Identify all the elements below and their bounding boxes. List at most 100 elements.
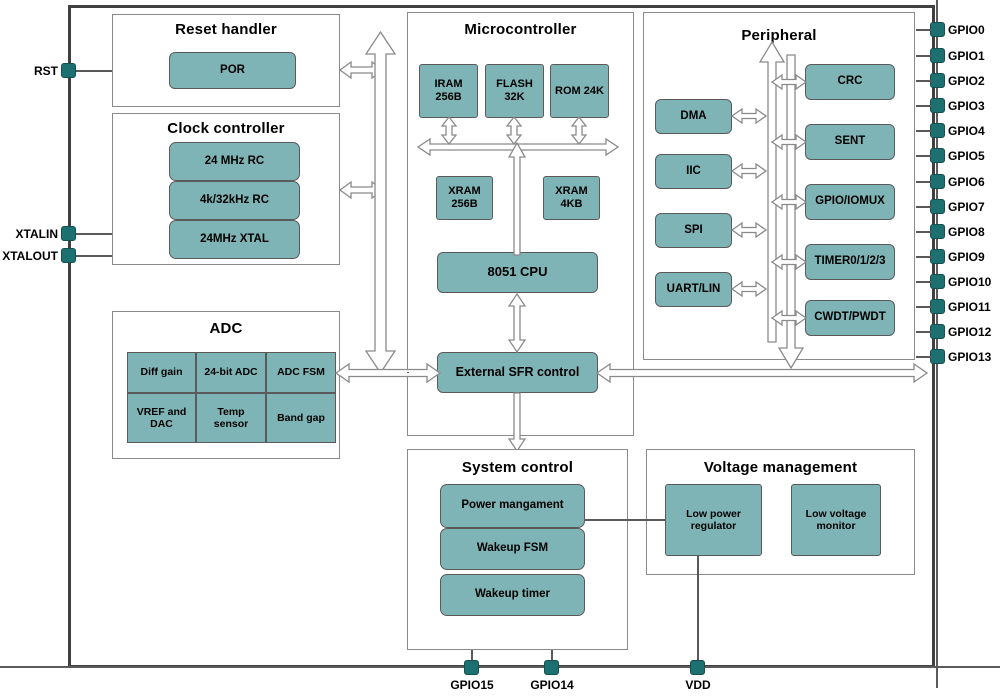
arrow-trunk-to-crc xyxy=(770,73,808,91)
pin-label-xtalout: XTALOUT xyxy=(2,249,58,263)
block-vref-and-dac[interactable]: VREF and DAC xyxy=(127,393,196,443)
block-low-power-regulator[interactable]: Low power regulator xyxy=(665,484,762,556)
wire-gpio3 xyxy=(916,105,932,107)
block-24bit-adc[interactable]: 24-bit ADC xyxy=(196,352,266,393)
block-rom[interactable]: ROM 24K xyxy=(550,64,609,118)
block-crc[interactable]: CRC xyxy=(805,64,895,100)
wire-gpio4 xyxy=(916,130,932,132)
arrow-bus-to-cpu xyxy=(507,141,527,256)
block-dma[interactable]: DMA xyxy=(655,99,732,134)
arrow-iram-to-bus xyxy=(440,115,458,146)
arrow-trunk-to-timer xyxy=(770,253,808,271)
group-title-adc: ADC xyxy=(209,320,243,337)
block-timer[interactable]: TIMER0/1/2/3 xyxy=(805,244,895,280)
group-title-voltage-management: Voltage management xyxy=(703,459,858,476)
wire-gpio13 xyxy=(916,356,932,358)
block-flash[interactable]: FLASH 32K xyxy=(485,64,544,118)
pin-gpio15[interactable] xyxy=(464,660,479,675)
block-uart-lin[interactable]: UART/LIN xyxy=(655,272,732,307)
block-diff-gain[interactable]: Diff gain xyxy=(127,352,196,393)
pin-gpio0[interactable] xyxy=(930,22,945,37)
arrow-uart-to-trunk xyxy=(730,280,768,298)
pin-gpio9[interactable] xyxy=(930,249,945,264)
pin-label-gpio7: GPIO7 xyxy=(948,200,985,214)
block-temp-sensor[interactable]: Temp sensor xyxy=(196,393,266,443)
block-power-mangament[interactable]: Power mangament xyxy=(440,484,585,528)
pin-vdd[interactable] xyxy=(690,660,705,675)
arrow-iic-to-trunk xyxy=(730,162,768,180)
pin-gpio3[interactable] xyxy=(930,98,945,113)
block-adc-fsm[interactable]: ADC FSM xyxy=(266,352,336,393)
block-cwdt-pwdt[interactable]: CWDT/PWDT xyxy=(805,300,895,336)
block-external-sfr-control[interactable]: External SFR control xyxy=(437,352,598,393)
arrow-trunk-to-gpio-iomux xyxy=(770,193,808,211)
arrow-dma-to-trunk xyxy=(730,107,768,125)
pin-xtalout[interactable] xyxy=(61,248,76,263)
pin-gpio5[interactable] xyxy=(930,148,945,163)
block-24mhz-rc[interactable]: 24 MHz RC xyxy=(169,142,300,181)
pin-gpio7[interactable] xyxy=(930,199,945,214)
group-title-system-control: System control xyxy=(461,459,574,476)
block-gpio-iomux[interactable]: GPIO/IOMUX xyxy=(805,184,895,220)
pin-label-gpio5: GPIO5 xyxy=(948,149,985,163)
pin-rst[interactable] xyxy=(61,63,76,78)
wire-sfr-left-stub xyxy=(407,372,409,373)
wire-power-mgmt-to-regulator xyxy=(585,519,665,521)
group-title-reset-handler: Reset handler xyxy=(175,21,277,38)
block-4k-32khz-rc[interactable]: 4k/32kHz RC xyxy=(169,181,300,220)
block-sent[interactable]: SENT xyxy=(805,124,895,160)
pin-label-gpio0: GPIO0 xyxy=(948,23,985,37)
arrow-cpu-to-sfr xyxy=(507,292,527,354)
pin-xtalin[interactable] xyxy=(61,226,76,241)
wire-gpio1 xyxy=(916,55,932,57)
wire-vdd xyxy=(697,556,699,668)
arrow-sfr-to-peripheral xyxy=(595,362,929,384)
arrow-spi-to-trunk xyxy=(730,221,768,239)
wire-gpio10 xyxy=(916,281,932,283)
pin-label-gpio10: GPIO10 xyxy=(948,275,992,289)
pin-gpio2[interactable] xyxy=(930,73,945,88)
wire-gpio9 xyxy=(916,256,932,258)
block-xram-4kb[interactable]: XRAM 4KB xyxy=(543,176,600,220)
pin-label-gpio8: GPIO8 xyxy=(948,225,985,239)
pin-label-gpio15: GPIO15 xyxy=(450,678,494,692)
pin-gpio13[interactable] xyxy=(930,349,945,364)
pin-label-gpio3: GPIO3 xyxy=(948,99,985,113)
pin-label-gpio13: GPIO13 xyxy=(948,350,992,364)
arrow-trunk-to-cwdt xyxy=(770,309,808,327)
pin-label-gpio14: GPIO14 xyxy=(530,678,574,692)
block-8051-cpu[interactable]: 8051 CPU xyxy=(437,252,598,293)
pin-gpio1[interactable] xyxy=(930,48,945,63)
arrow-trunk-to-sent xyxy=(770,133,808,151)
pin-gpio4[interactable] xyxy=(930,123,945,138)
block-wakeup-fsm[interactable]: Wakeup FSM xyxy=(440,528,585,570)
pin-gpio8[interactable] xyxy=(930,224,945,239)
group-title-clock-controller: Clock controller xyxy=(167,120,285,137)
block-band-gap[interactable]: Band gap xyxy=(266,393,336,443)
pin-label-gpio9: GPIO9 xyxy=(948,250,985,264)
arrow-rom-to-bus xyxy=(570,115,588,146)
arrow-sfr-to-system-control xyxy=(507,392,527,453)
block-24mhz-xtal[interactable]: 24MHz XTAL xyxy=(169,220,300,259)
block-wakeup-timer[interactable]: Wakeup timer xyxy=(440,574,585,616)
block-low-voltage-monitor[interactable]: Low voltage monitor xyxy=(791,484,881,556)
wire-gpio0 xyxy=(916,29,932,31)
pin-label-gpio11: GPIO11 xyxy=(948,300,991,314)
block-spi[interactable]: SPI xyxy=(655,213,732,248)
pin-label-gpio12: GPIO12 xyxy=(948,325,992,339)
pin-label-gpio2: GPIO2 xyxy=(948,74,985,88)
pin-label-rst: RST xyxy=(34,64,58,78)
block-iram[interactable]: IRAM 256B xyxy=(419,64,478,118)
block-xram-256b[interactable]: XRAM 256B xyxy=(436,176,493,220)
pin-gpio11[interactable] xyxy=(930,299,945,314)
block-iic[interactable]: IIC xyxy=(655,154,732,189)
pin-gpio14[interactable] xyxy=(544,660,559,675)
pin-gpio12[interactable] xyxy=(930,324,945,339)
block-diagram-canvas: RST XTALIN XTALOUT Reset handler POR Clo… xyxy=(0,0,1000,697)
pin-gpio6[interactable] xyxy=(930,174,945,189)
wire-gpio5 xyxy=(916,155,932,157)
block-por[interactable]: POR xyxy=(169,52,296,89)
pin-gpio10[interactable] xyxy=(930,274,945,289)
pin-label-gpio6: GPIO6 xyxy=(948,175,985,189)
wire-gpio6 xyxy=(916,181,932,183)
